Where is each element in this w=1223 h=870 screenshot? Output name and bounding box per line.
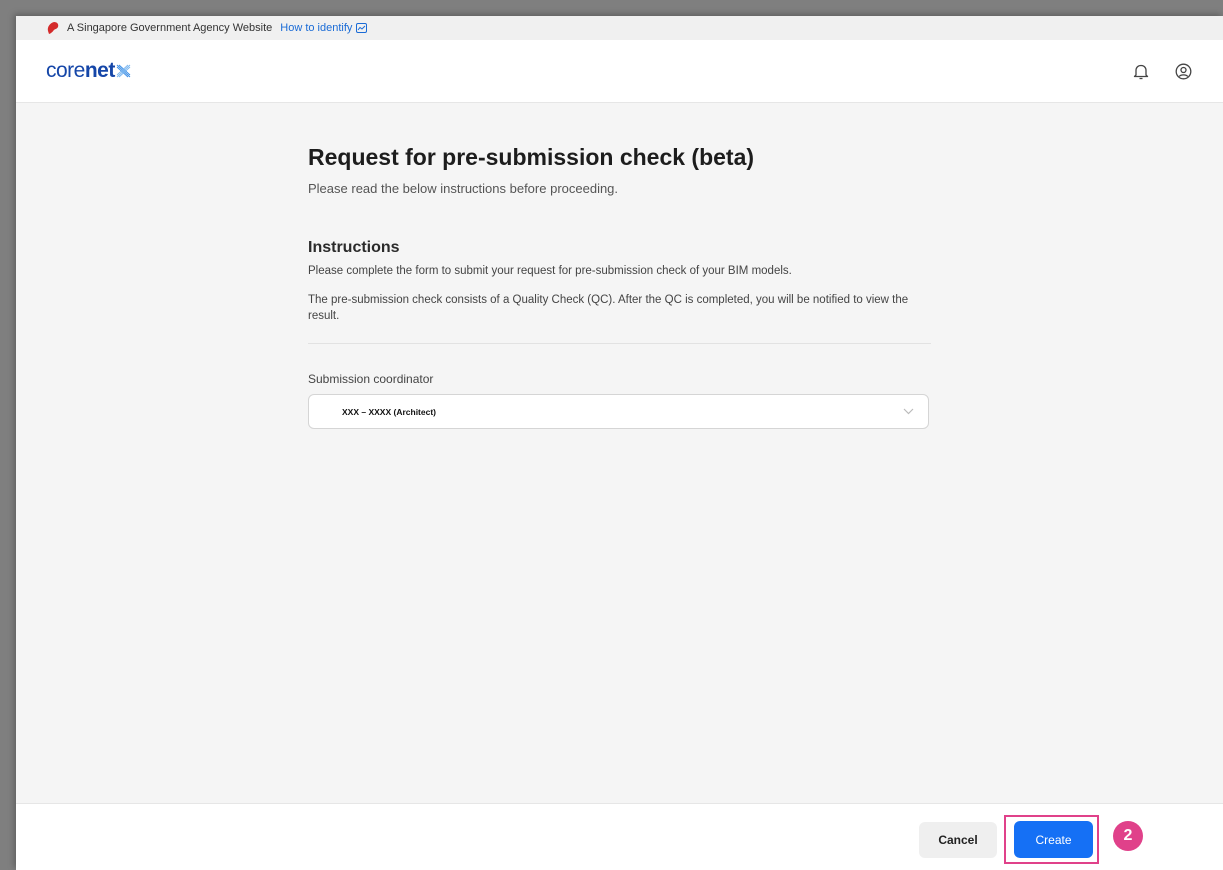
instructions-paragraph-2: The pre-submission check consists of a Q…: [308, 294, 909, 322]
instructions-heading: Instructions: [308, 239, 400, 256]
chevron-down-icon: [903, 408, 914, 415]
submission-coordinator-value: XXX – XXXX (Architect): [342, 406, 437, 417]
cancel-button[interactable]: Cancel: [919, 822, 997, 858]
gov-masthead: A Singapore Government Agency Website Ho…: [16, 16, 1223, 40]
info-card-icon: [356, 23, 368, 33]
action-footer: Cancel Create 2: [16, 803, 1223, 870]
submission-coordinator-label: Submission coordinator: [308, 372, 434, 386]
corenet-logo[interactable]: core net: [46, 59, 131, 83]
masthead-text: A Singapore Government Agency Website: [67, 22, 273, 34]
main-content: Request for pre-submission check (beta) …: [308, 144, 933, 429]
submission-coordinator-select[interactable]: XXX – XXXX (Architect): [308, 394, 929, 429]
lion-head-icon: [47, 22, 59, 34]
step-number-badge: 2: [1113, 821, 1143, 851]
how-to-identify-link[interactable]: How to identify: [280, 22, 368, 34]
create-button[interactable]: Create: [1014, 821, 1093, 858]
user-profile-button[interactable]: [1173, 61, 1193, 81]
section-divider: [308, 343, 931, 344]
notifications-button[interactable]: [1131, 61, 1151, 81]
user-circle-icon: [1175, 63, 1191, 79]
bell-icon: [1133, 64, 1149, 79]
top-nav-bar: core net: [16, 40, 1223, 103]
instructions-paragraph-1: Please complete the form to submit your …: [308, 265, 792, 277]
page-subtitle: Please read the below instructions befor…: [308, 181, 619, 196]
page-title: Request for pre-submission check (beta): [308, 144, 755, 170]
corenet-x-mark-icon: [116, 64, 131, 78]
app-window: A Singapore Government Agency Website Ho…: [16, 16, 1223, 870]
